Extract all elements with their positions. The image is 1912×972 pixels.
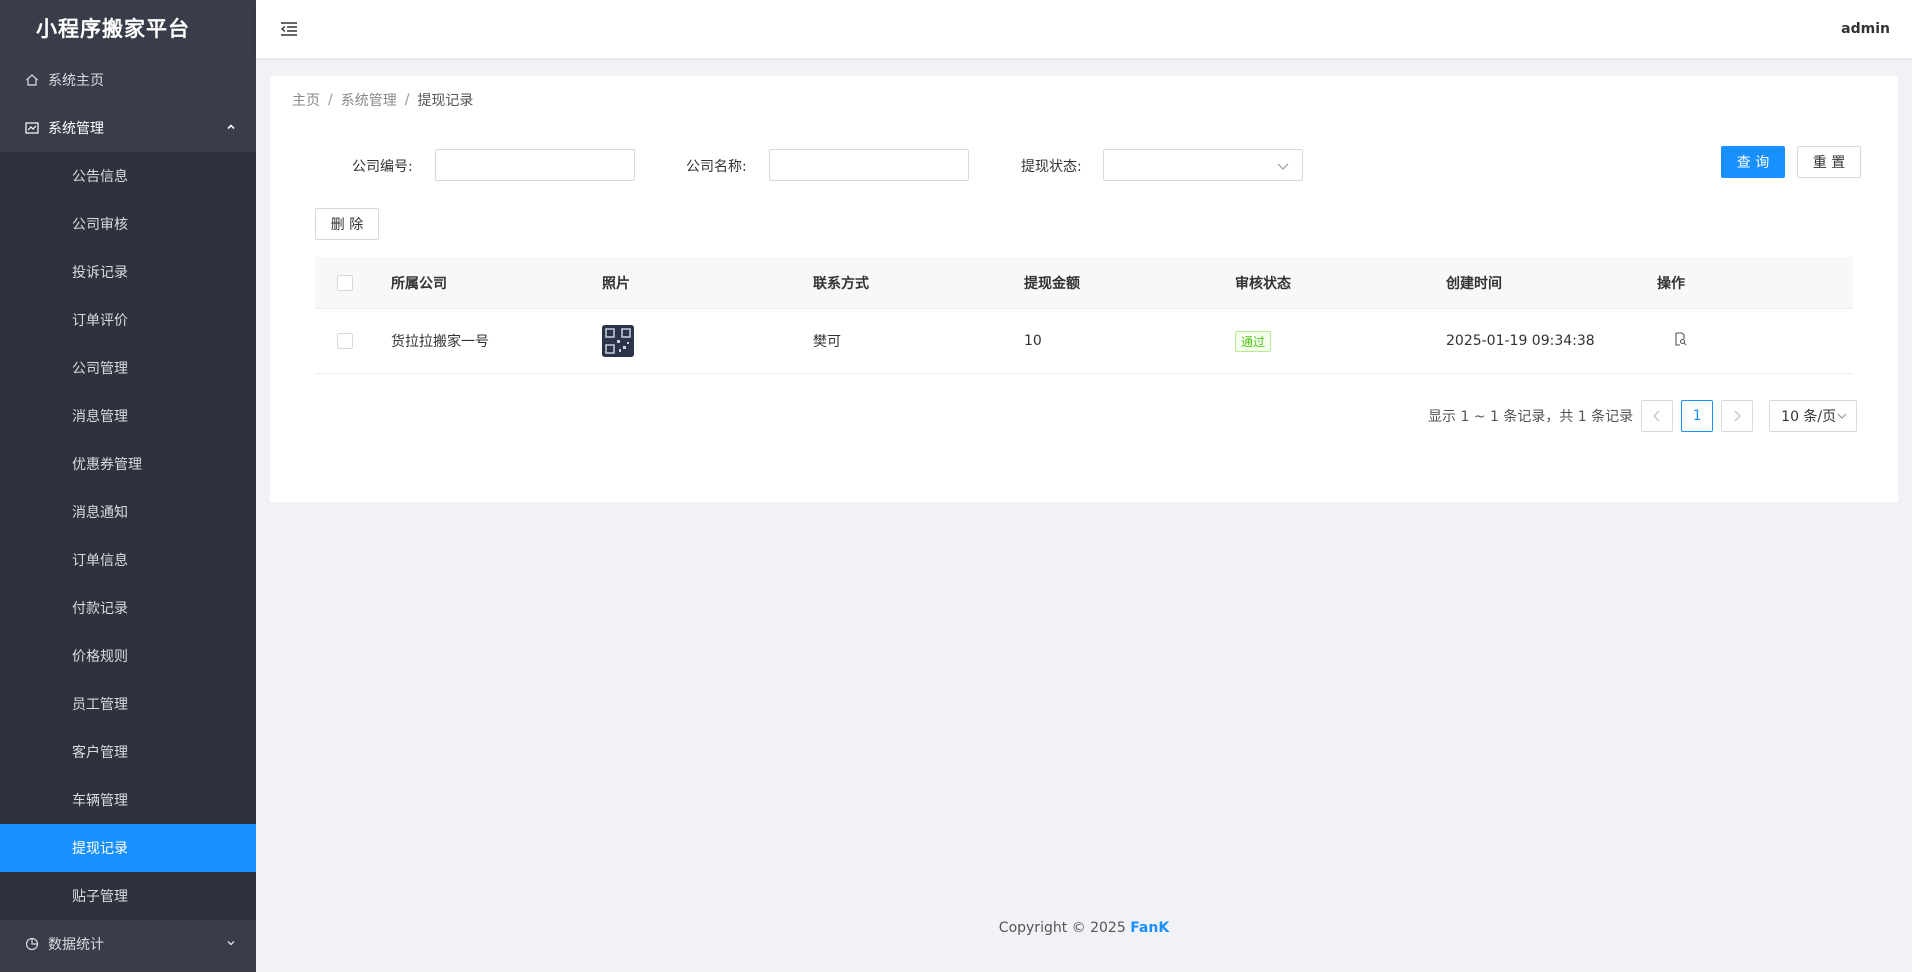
sidebar-item-message-management[interactable]: 消息管理 bbox=[0, 392, 256, 440]
table-row: 货拉拉搬家一号 樊可 10 通过 2025-01-19 09:34:38 bbox=[315, 309, 1853, 374]
content-card: 主页 / 系统管理 / 提现记录 公司编号: 公司名称: 提现状态: 查 询 重… bbox=[270, 76, 1898, 502]
sidebar-item-label: 系统主页 bbox=[48, 73, 104, 89]
column-header: 照片 bbox=[602, 275, 630, 292]
pagination-summary: 显示 1 ~ 1 条记录，共 1 条记录 bbox=[1428, 409, 1634, 425]
column-header: 创建时间 bbox=[1446, 275, 1502, 292]
sidebar-item-system[interactable]: 系统管理 bbox=[0, 104, 256, 152]
menu-fold-icon[interactable] bbox=[278, 18, 300, 40]
company-cell: 货拉拉搬家一号 bbox=[391, 334, 489, 350]
footer-brand-link[interactable]: FanK bbox=[1130, 920, 1169, 936]
sidebar-item-company-review[interactable]: 公司审核 bbox=[0, 200, 256, 248]
prev-page-button[interactable] bbox=[1641, 400, 1674, 432]
sidebar-item-payments[interactable]: 付款记录 bbox=[0, 584, 256, 632]
sidebar-submenu-system: 公告信息 公司审核 投诉记录 订单评价 公司管理 消息管理 优惠券管理 消息通知… bbox=[0, 152, 256, 920]
column-header: 联系方式 bbox=[813, 275, 869, 292]
page-button-1[interactable]: 1 bbox=[1681, 400, 1714, 432]
company-id-input[interactable] bbox=[435, 149, 635, 181]
chevron-down-icon bbox=[1836, 410, 1848, 426]
chevron-up-icon bbox=[226, 120, 236, 136]
sidebar-item-notifications[interactable]: 消息通知 bbox=[0, 488, 256, 536]
row-checkbox[interactable] bbox=[337, 333, 353, 349]
query-button[interactable]: 查 询 bbox=[1721, 146, 1785, 178]
sidebar-item-label: 系统管理 bbox=[48, 121, 104, 137]
sidebar-item-company-management[interactable]: 公司管理 bbox=[0, 344, 256, 392]
view-detail-icon[interactable] bbox=[1673, 332, 1687, 350]
actions-cell bbox=[1657, 332, 1853, 350]
photo-thumbnail[interactable] bbox=[602, 325, 634, 357]
company-id-label: 公司编号: bbox=[352, 159, 413, 175]
search-form: 公司编号: 公司名称: 提现状态: 查 询 重 置 bbox=[270, 146, 1898, 182]
breadcrumb-home[interactable]: 主页 bbox=[292, 90, 320, 110]
row-select-cell bbox=[315, 333, 391, 349]
photo-cell bbox=[602, 325, 813, 357]
sidebar-item-withdrawals[interactable]: 提现记录 bbox=[0, 824, 256, 872]
app-logo-title: 小程序搬家平台 bbox=[36, 17, 190, 41]
status-cell: 通过 bbox=[1235, 330, 1446, 352]
breadcrumb: 主页 / 系统管理 / 提现记录 bbox=[292, 90, 473, 110]
sidebar-item-label: 数据统计 bbox=[48, 937, 104, 953]
sidebar-item-orders[interactable]: 订单信息 bbox=[0, 536, 256, 584]
chevron-down-icon bbox=[1276, 159, 1290, 177]
column-header: 所属公司 bbox=[391, 275, 447, 292]
pie-chart-icon bbox=[24, 936, 40, 952]
sidebar-item-customers[interactable]: 客户管理 bbox=[0, 728, 256, 776]
breadcrumb-parent[interactable]: 系统管理 bbox=[341, 90, 397, 110]
column-header: 操作 bbox=[1657, 275, 1685, 292]
footer: Copyright © 2025 FanK bbox=[256, 920, 1912, 936]
user-menu[interactable]: admin bbox=[1841, 21, 1890, 37]
withdraw-status-label: 提现状态: bbox=[1021, 159, 1082, 175]
top-header: admin bbox=[256, 0, 1912, 58]
column-header: 审核状态 bbox=[1235, 275, 1291, 292]
column-header: 提现金额 bbox=[1024, 275, 1080, 292]
created-time-cell: 2025-01-19 09:34:38 bbox=[1446, 333, 1595, 349]
page-size-select[interactable]: 10 条/页 bbox=[1769, 400, 1858, 432]
delete-button[interactable]: 删 除 bbox=[315, 208, 379, 240]
home-icon bbox=[24, 72, 40, 88]
select-all-checkbox[interactable] bbox=[337, 274, 353, 291]
breadcrumb-separator: / bbox=[328, 92, 333, 108]
chart-line-icon bbox=[24, 120, 40, 136]
amount-cell: 10 bbox=[1024, 333, 1042, 349]
sidebar: 小程序搬家平台 系统主页 系统管理 公告信息 公司审核 投诉记录 订单评价 公司… bbox=[0, 0, 256, 972]
breadcrumb-separator: / bbox=[404, 92, 410, 108]
sidebar-item-posts[interactable]: 贴子管理 bbox=[0, 872, 256, 920]
pagination: 显示 1 ~ 1 条记录，共 1 条记录 1 10 条/页 bbox=[1428, 400, 1858, 432]
contact-cell: 樊可 bbox=[813, 334, 841, 350]
sidebar-item-coupons[interactable]: 优惠券管理 bbox=[0, 440, 256, 488]
reset-button[interactable]: 重 置 bbox=[1797, 146, 1861, 178]
sidebar-item-stats[interactable]: 数据统计 bbox=[0, 920, 256, 968]
sidebar-item-complaints[interactable]: 投诉记录 bbox=[0, 248, 256, 296]
next-page-button[interactable] bbox=[1721, 400, 1754, 432]
sidebar-item-announcements[interactable]: 公告信息 bbox=[0, 152, 256, 200]
chevron-down-icon bbox=[226, 936, 236, 952]
withdraw-status-select[interactable] bbox=[1103, 149, 1303, 181]
copyright-text: Copyright © 2025 bbox=[998, 920, 1126, 936]
page-size-value: 10 条/页 bbox=[1781, 409, 1837, 425]
select-all-cell bbox=[315, 274, 391, 291]
sidebar-item-home[interactable]: 系统主页 bbox=[0, 56, 256, 104]
sidebar-item-order-reviews[interactable]: 订单评价 bbox=[0, 296, 256, 344]
company-name-input[interactable] bbox=[769, 149, 969, 181]
status-badge: 通过 bbox=[1235, 330, 1272, 352]
sidebar-item-vehicles[interactable]: 车辆管理 bbox=[0, 776, 256, 824]
sidebar-item-staff[interactable]: 员工管理 bbox=[0, 680, 256, 728]
company-name-label: 公司名称: bbox=[686, 159, 747, 175]
table-header: 所属公司 照片 联系方式 提现金额 审核状态 创建时间 操作 bbox=[315, 257, 1853, 309]
withdrawals-table: 所属公司 照片 联系方式 提现金额 审核状态 创建时间 操作 货拉拉搬家一号 樊… bbox=[315, 257, 1853, 374]
breadcrumb-current: 提现记录 bbox=[417, 93, 474, 109]
sidebar-item-price-rules[interactable]: 价格规则 bbox=[0, 632, 256, 680]
